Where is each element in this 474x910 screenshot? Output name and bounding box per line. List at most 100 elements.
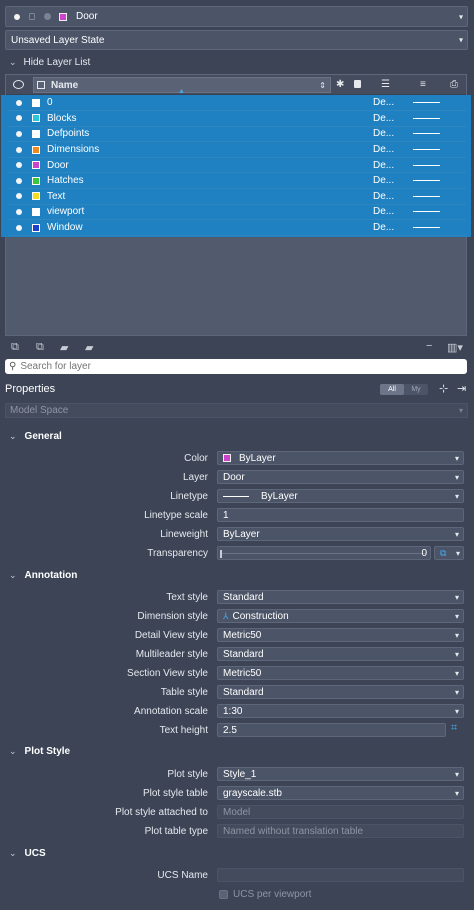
sun-icon bbox=[44, 13, 51, 20]
lineweight-label: Lineweight bbox=[160, 529, 208, 540]
annotation-scale-value: 1:30 bbox=[223, 705, 243, 717]
linetype-icon[interactable]: ☰ bbox=[381, 79, 390, 90]
lineweight-preview bbox=[413, 117, 440, 119]
layer-row[interactable]: Window De... bbox=[8, 220, 466, 236]
chevron-down-icon: ▾ bbox=[454, 788, 459, 798]
ucs-section-header[interactable]: ⌄ UCS bbox=[0, 843, 474, 863]
checkbox-box[interactable] bbox=[219, 889, 228, 899]
current-layer-dropdown[interactable]: Door ▾ bbox=[5, 6, 468, 27]
layer-state-dropdown[interactable]: Unsaved Layer State ▾ bbox=[5, 30, 468, 50]
properties-settings-icon[interactable]: ⊹ bbox=[439, 382, 448, 395]
plot-icon[interactable]: ⎙ bbox=[450, 79, 458, 90]
freeze-icon[interactable]: ✱ bbox=[336, 79, 344, 90]
bulb-icon[interactable] bbox=[16, 224, 22, 231]
chevron-down-icon: ⌄ bbox=[9, 56, 17, 67]
layer-row[interactable]: Blocks De... bbox=[8, 111, 466, 127]
layer-name: Window bbox=[47, 222, 83, 234]
layer-row[interactable]: Text De... bbox=[8, 189, 466, 205]
name-column-header[interactable]: Name ⇕ ▲ bbox=[33, 77, 331, 95]
ucs-name-label: UCS Name bbox=[157, 870, 208, 881]
bulb-icon[interactable] bbox=[16, 162, 22, 169]
plot-style-attached-value: Model bbox=[223, 806, 251, 818]
bulb-icon[interactable] bbox=[16, 146, 22, 153]
chevron-down-icon: ▾ bbox=[454, 453, 459, 463]
layer-color-swatch[interactable] bbox=[32, 145, 40, 154]
layer-name: Defpoints bbox=[47, 128, 90, 140]
color-dropdown[interactable]: ByLayer ▾ bbox=[217, 451, 464, 465]
general-section-header[interactable]: ⌄ General bbox=[0, 426, 474, 446]
plot-style-table-dropdown[interactable]: grayscale.stb ▾ bbox=[217, 786, 464, 800]
lineweight-icon[interactable]: ≡ bbox=[420, 79, 426, 90]
linetype-scale-label: Linetype scale bbox=[144, 510, 208, 521]
filter-all-button[interactable]: All bbox=[380, 384, 404, 395]
annotation-scale-dropdown[interactable]: 1:30 ▾ bbox=[217, 704, 464, 718]
pick-height-icon[interactable]: ⌗ bbox=[451, 722, 457, 735]
layer-row[interactable]: viewport De... bbox=[8, 205, 466, 221]
search-icon: ⚲ bbox=[9, 361, 17, 372]
transparency-slider[interactable]: 0 bbox=[217, 546, 431, 560]
columns-menu-icon[interactable]: ▥▾ bbox=[447, 341, 463, 354]
table-style-dropdown[interactable]: Standard ▾ bbox=[217, 685, 464, 699]
search-input[interactable] bbox=[20, 361, 441, 372]
layer-row[interactable]: Dimensions De... bbox=[8, 142, 466, 158]
chevron-down-icon: ▾ bbox=[454, 668, 459, 678]
linetype-scale-input[interactable]: 1 bbox=[217, 508, 464, 522]
ucs-per-viewport-checkbox[interactable]: UCS per viewport bbox=[219, 887, 311, 901]
layer-color-swatch[interactable] bbox=[32, 207, 40, 216]
detail-view-style-dropdown[interactable]: Metric50 ▾ bbox=[217, 628, 464, 642]
layer-dropdown[interactable]: Door ▾ bbox=[217, 470, 464, 484]
chevron-down-icon: ▾ bbox=[458, 35, 463, 45]
dimension-style-dropdown[interactable]: ⅄ Construction ▾ bbox=[217, 609, 464, 623]
chevron-down-icon: ▾ bbox=[454, 592, 459, 602]
bulb-icon[interactable] bbox=[16, 193, 22, 200]
bulb-icon[interactable] bbox=[16, 115, 22, 122]
eye-icon[interactable] bbox=[13, 80, 24, 89]
name-column-label: Name bbox=[51, 79, 79, 91]
text-style-dropdown[interactable]: Standard ▾ bbox=[217, 590, 464, 604]
new-layer-icon[interactable]: ⧉ bbox=[11, 341, 19, 354]
plot-style-dropdown[interactable]: Style_1 ▾ bbox=[217, 767, 464, 781]
filter-my-button[interactable]: My bbox=[404, 384, 428, 395]
bulb-icon[interactable] bbox=[16, 99, 22, 106]
layer-color-swatch[interactable] bbox=[32, 129, 40, 138]
bulb-icon[interactable] bbox=[16, 177, 22, 184]
layer-row[interactable]: Door De... bbox=[8, 158, 466, 174]
layer-color-swatch[interactable] bbox=[32, 223, 40, 232]
layer-description: De... bbox=[373, 112, 395, 124]
search-field[interactable]: ⚲ bbox=[5, 359, 467, 374]
lineweight-dropdown[interactable]: ByLayer ▾ bbox=[217, 527, 464, 541]
folder-add-icon[interactable]: ▰ bbox=[85, 341, 93, 354]
layer-color-swatch[interactable] bbox=[32, 176, 40, 185]
annotation-section-header[interactable]: ⌄ Annotation bbox=[0, 565, 474, 585]
layer-color-swatch[interactable] bbox=[32, 114, 40, 123]
layer-name: viewport bbox=[47, 206, 85, 218]
text-height-input[interactable]: 2.5 bbox=[217, 723, 446, 737]
transparency-menu-button[interactable]: ⧉ ▾ bbox=[434, 546, 464, 560]
section-view-style-dropdown[interactable]: Metric50 ▾ bbox=[217, 666, 464, 680]
hide-layer-list-toggle[interactable]: ⌄ Hide Layer List bbox=[0, 54, 200, 70]
chevron-down-icon: ▾ bbox=[454, 529, 459, 539]
layer-row[interactable]: Defpoints De... bbox=[8, 127, 466, 143]
folder-open-icon[interactable]: ▰ bbox=[60, 341, 68, 354]
plot-style-table-value: grayscale.stb bbox=[223, 787, 282, 799]
bulb-icon[interactable] bbox=[16, 208, 22, 215]
linetype-dropdown[interactable]: ByLayer ▾ bbox=[217, 489, 464, 503]
slider-thumb[interactable] bbox=[220, 550, 222, 558]
layer-color-swatch[interactable] bbox=[32, 98, 40, 107]
layer-row[interactable]: 0 De... bbox=[8, 96, 466, 112]
model-space-dropdown[interactable]: Model Space ▾ bbox=[5, 403, 468, 418]
properties-title: Properties bbox=[5, 383, 56, 395]
text-height-value: 2.5 bbox=[223, 724, 237, 736]
layer-color-swatch[interactable] bbox=[32, 161, 40, 170]
section-view-style-label: Section View style bbox=[127, 668, 208, 679]
collapse-icon[interactable]: − bbox=[426, 340, 432, 352]
new-layer-vp-icon[interactable]: ⧉ bbox=[36, 341, 44, 354]
plot-style-section-header[interactable]: ⌄ Plot Style bbox=[0, 741, 474, 761]
bulb-icon[interactable] bbox=[16, 130, 22, 137]
select-objects-icon[interactable]: ⇥ bbox=[457, 382, 466, 395]
layer-row[interactable]: Hatches De... bbox=[8, 174, 466, 190]
layer-color-swatch[interactable] bbox=[32, 192, 40, 201]
lock-icon[interactable] bbox=[354, 80, 361, 88]
multileader-style-dropdown[interactable]: Standard ▾ bbox=[217, 647, 464, 661]
chevron-down-icon: ⌄ bbox=[9, 430, 17, 441]
